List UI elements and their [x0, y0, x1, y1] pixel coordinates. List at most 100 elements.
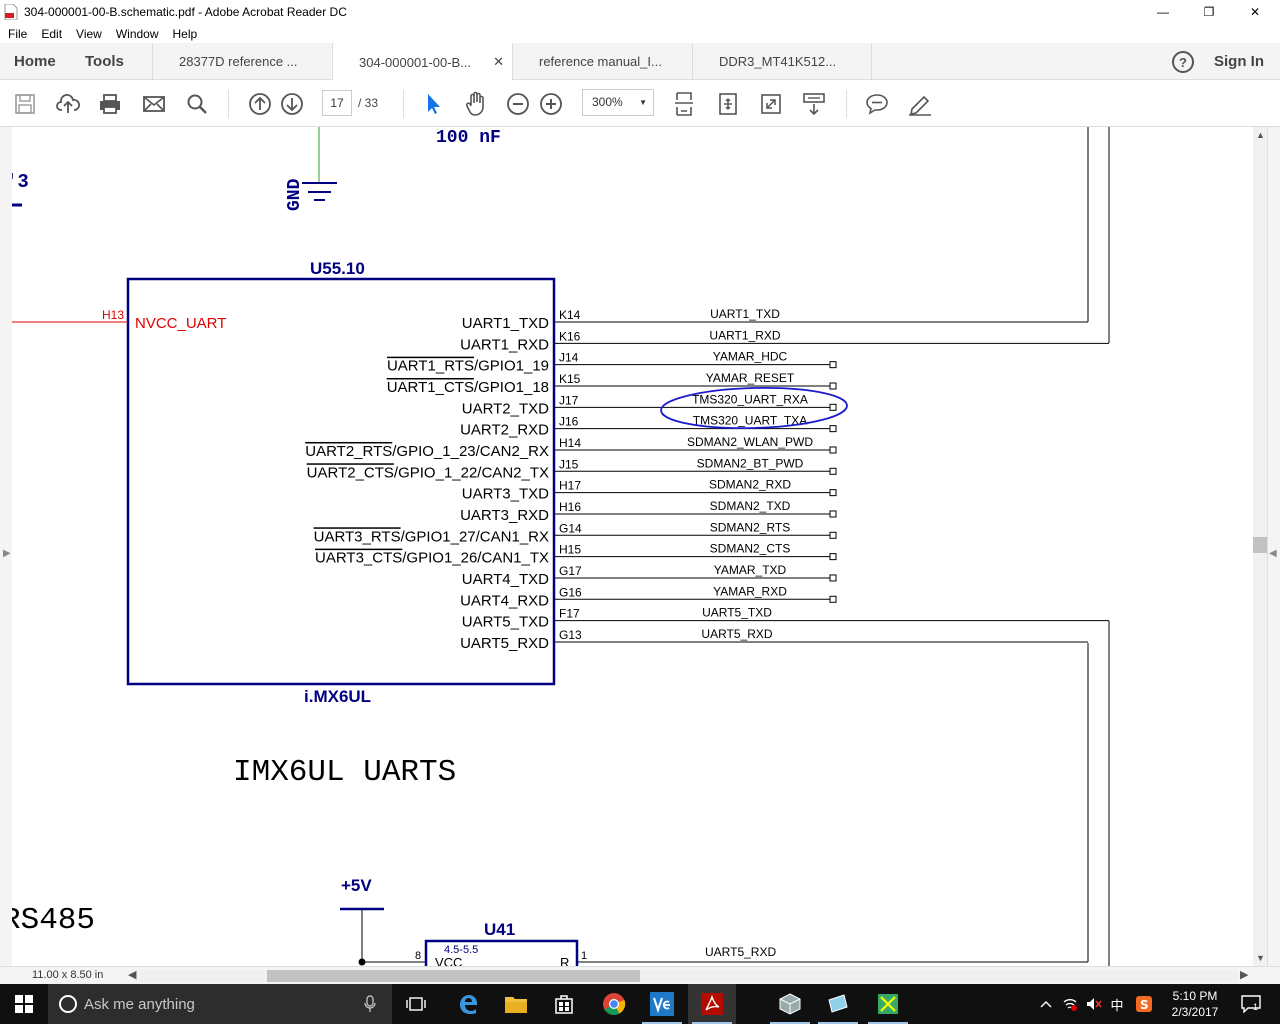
- tab-document[interactable]: DDR3_MT41K512...: [692, 43, 872, 80]
- tab-home[interactable]: Home: [14, 43, 56, 80]
- microphone-icon[interactable]: [364, 995, 376, 1013]
- page-down-icon[interactable]: [278, 90, 306, 118]
- page-number-input[interactable]: 17: [322, 90, 352, 116]
- tray-chevron-up-icon[interactable]: [1036, 984, 1056, 1024]
- task-view-icon[interactable]: [392, 984, 440, 1024]
- search-icon[interactable]: [183, 90, 211, 118]
- save-icon[interactable]: [11, 90, 39, 118]
- net-label: UART5_RXD: [701, 627, 772, 641]
- hand-icon[interactable]: [462, 90, 490, 118]
- status-bar: 11.00 x 8.50 in ◀ ▶: [0, 966, 1280, 984]
- zoom-value: 300%: [592, 95, 623, 109]
- print-icon[interactable]: [96, 90, 124, 118]
- help-icon[interactable]: ?: [1172, 51, 1194, 73]
- zoom-out-icon[interactable]: [504, 90, 532, 118]
- net-label: YAMAR_TXD: [714, 563, 787, 577]
- menu-view[interactable]: View: [76, 27, 102, 41]
- pin-name-suffix: /GPIO1_26/CAN1_TX: [402, 550, 549, 567]
- volume-icon[interactable]: [1084, 984, 1104, 1024]
- expand-right-panel-icon[interactable]: ◀: [1269, 548, 1277, 559]
- page-up-icon[interactable]: [246, 90, 274, 118]
- menu-help[interactable]: Help: [173, 27, 198, 41]
- upload-icon[interactable]: [54, 90, 82, 118]
- fullscreen-icon[interactable]: [757, 90, 785, 118]
- glass-app-icon[interactable]: [814, 984, 862, 1024]
- horizontal-scroll-thumb[interactable]: [267, 970, 640, 982]
- chip-name: i.MX6UL: [304, 687, 371, 706]
- no-connect-marker: [829, 382, 837, 390]
- svg-text:S: S: [1140, 998, 1149, 1012]
- zoom-in-icon[interactable]: [537, 90, 565, 118]
- sogou-icon[interactable]: S: [1132, 984, 1156, 1024]
- clock-date: 2/3/2017: [1171, 1005, 1219, 1019]
- no-connect-marker: [829, 361, 837, 369]
- email-icon[interactable]: [140, 90, 168, 118]
- notification-center-icon[interactable]: 1: [1236, 984, 1266, 1024]
- system-clock[interactable]: 5:10 PM 2/3/2017: [1160, 988, 1230, 1020]
- document-view[interactable]: GND 100 nF '3 U55.10 i.MX6UL H13 NVCC_UA…: [12, 127, 1253, 966]
- tools-app-icon[interactable]: [864, 984, 912, 1024]
- file-explorer-icon[interactable]: [492, 984, 540, 1024]
- maximize-button[interactable]: ❐: [1186, 0, 1232, 24]
- pin-name-suffix: /GPIO1_27/CAN1_RX: [401, 528, 549, 545]
- pin-name: UART1_TXD: [462, 315, 549, 332]
- u41-net-label: UART5_RXD: [705, 945, 776, 959]
- pin-number: G13: [559, 628, 582, 642]
- select-arrow-icon[interactable]: [419, 90, 447, 118]
- sign-in-button[interactable]: Sign In: [1214, 53, 1264, 70]
- minimize-button[interactable]: —: [1140, 0, 1186, 24]
- pin-name-active-low: UART2_RTS: [305, 443, 392, 460]
- tab-tools[interactable]: Tools: [85, 43, 124, 80]
- pin-number: K15: [559, 372, 581, 386]
- tab-document-label: reference manual_I...: [539, 54, 662, 69]
- network-icon[interactable]: [1060, 984, 1080, 1024]
- right-panel-strip: [1267, 127, 1280, 966]
- menu-file[interactable]: File: [8, 27, 27, 41]
- net-label: YAMAR_HDC: [713, 350, 788, 364]
- taskbar-search[interactable]: Ask me anything: [48, 984, 392, 1024]
- pin-name: UART2_RTS/GPIO_1_23/CAN2_RX: [305, 443, 549, 460]
- app-ve-icon[interactable]: [638, 984, 686, 1024]
- left-panel-strip: [0, 127, 12, 966]
- ime-indicator[interactable]: 中: [1107, 984, 1127, 1024]
- scroll-mode-icon[interactable]: [800, 90, 828, 118]
- close-button[interactable]: ✕: [1232, 0, 1278, 24]
- tab-document[interactable]: reference manual_I...: [512, 43, 692, 80]
- expand-left-panel-icon[interactable]: ▶: [3, 548, 11, 559]
- pin-name: UART2_TXD: [462, 400, 549, 417]
- pin-name: UART2_CTS/GPIO_1_22/CAN2_TX: [307, 464, 549, 481]
- zoom-select[interactable]: 300% ▼: [582, 89, 654, 116]
- scroll-right-icon[interactable]: ▶: [1240, 968, 1248, 981]
- pin-name: UART4_TXD: [462, 571, 549, 588]
- no-connect-marker: [829, 574, 837, 582]
- menu-edit[interactable]: Edit: [41, 27, 62, 41]
- scroll-down-icon[interactable]: ▼: [1256, 953, 1265, 963]
- scroll-up-icon[interactable]: ▲: [1256, 130, 1265, 140]
- net-label: UART1_RXD: [709, 328, 780, 342]
- menu-window[interactable]: Window: [116, 27, 159, 41]
- scroll-left-icon[interactable]: ◀: [128, 968, 136, 981]
- tab-document[interactable]: 28377D reference ...: [152, 43, 332, 80]
- pin-number: K14: [559, 308, 581, 322]
- store-icon[interactable]: [540, 984, 588, 1024]
- tab-document-label: DDR3_MT41K512...: [719, 54, 837, 69]
- edge-browser-icon[interactable]: [444, 984, 492, 1024]
- net-label: YAMAR_RXD: [713, 584, 787, 598]
- tab-document-label: 304-000001-00-B...: [359, 54, 472, 70]
- pdf-file-icon: [4, 4, 18, 20]
- chrome-icon[interactable]: [590, 984, 638, 1024]
- highlight-icon[interactable]: [906, 90, 934, 118]
- tab-close-icon[interactable]: ✕: [493, 54, 504, 70]
- pin-name-active-low: UART3_CTS: [315, 550, 402, 567]
- fit-page-icon[interactable]: [670, 90, 698, 118]
- tab-document-active[interactable]: 304-000001-00-B... ✕: [332, 43, 512, 81]
- 3d-app-icon[interactable]: [766, 984, 814, 1024]
- rotate-icon[interactable]: [714, 90, 742, 118]
- comment-icon[interactable]: [863, 90, 891, 118]
- pin-number: J14: [559, 351, 579, 365]
- title-bar: 304-000001-00-B.schematic.pdf - Adobe Ac…: [0, 0, 1280, 24]
- vertical-scroll-thumb[interactable]: [1253, 537, 1267, 553]
- acrobat-icon[interactable]: [688, 984, 736, 1024]
- start-button[interactable]: [0, 984, 48, 1024]
- pin-name-active-low: UART2_CTS: [307, 464, 394, 481]
